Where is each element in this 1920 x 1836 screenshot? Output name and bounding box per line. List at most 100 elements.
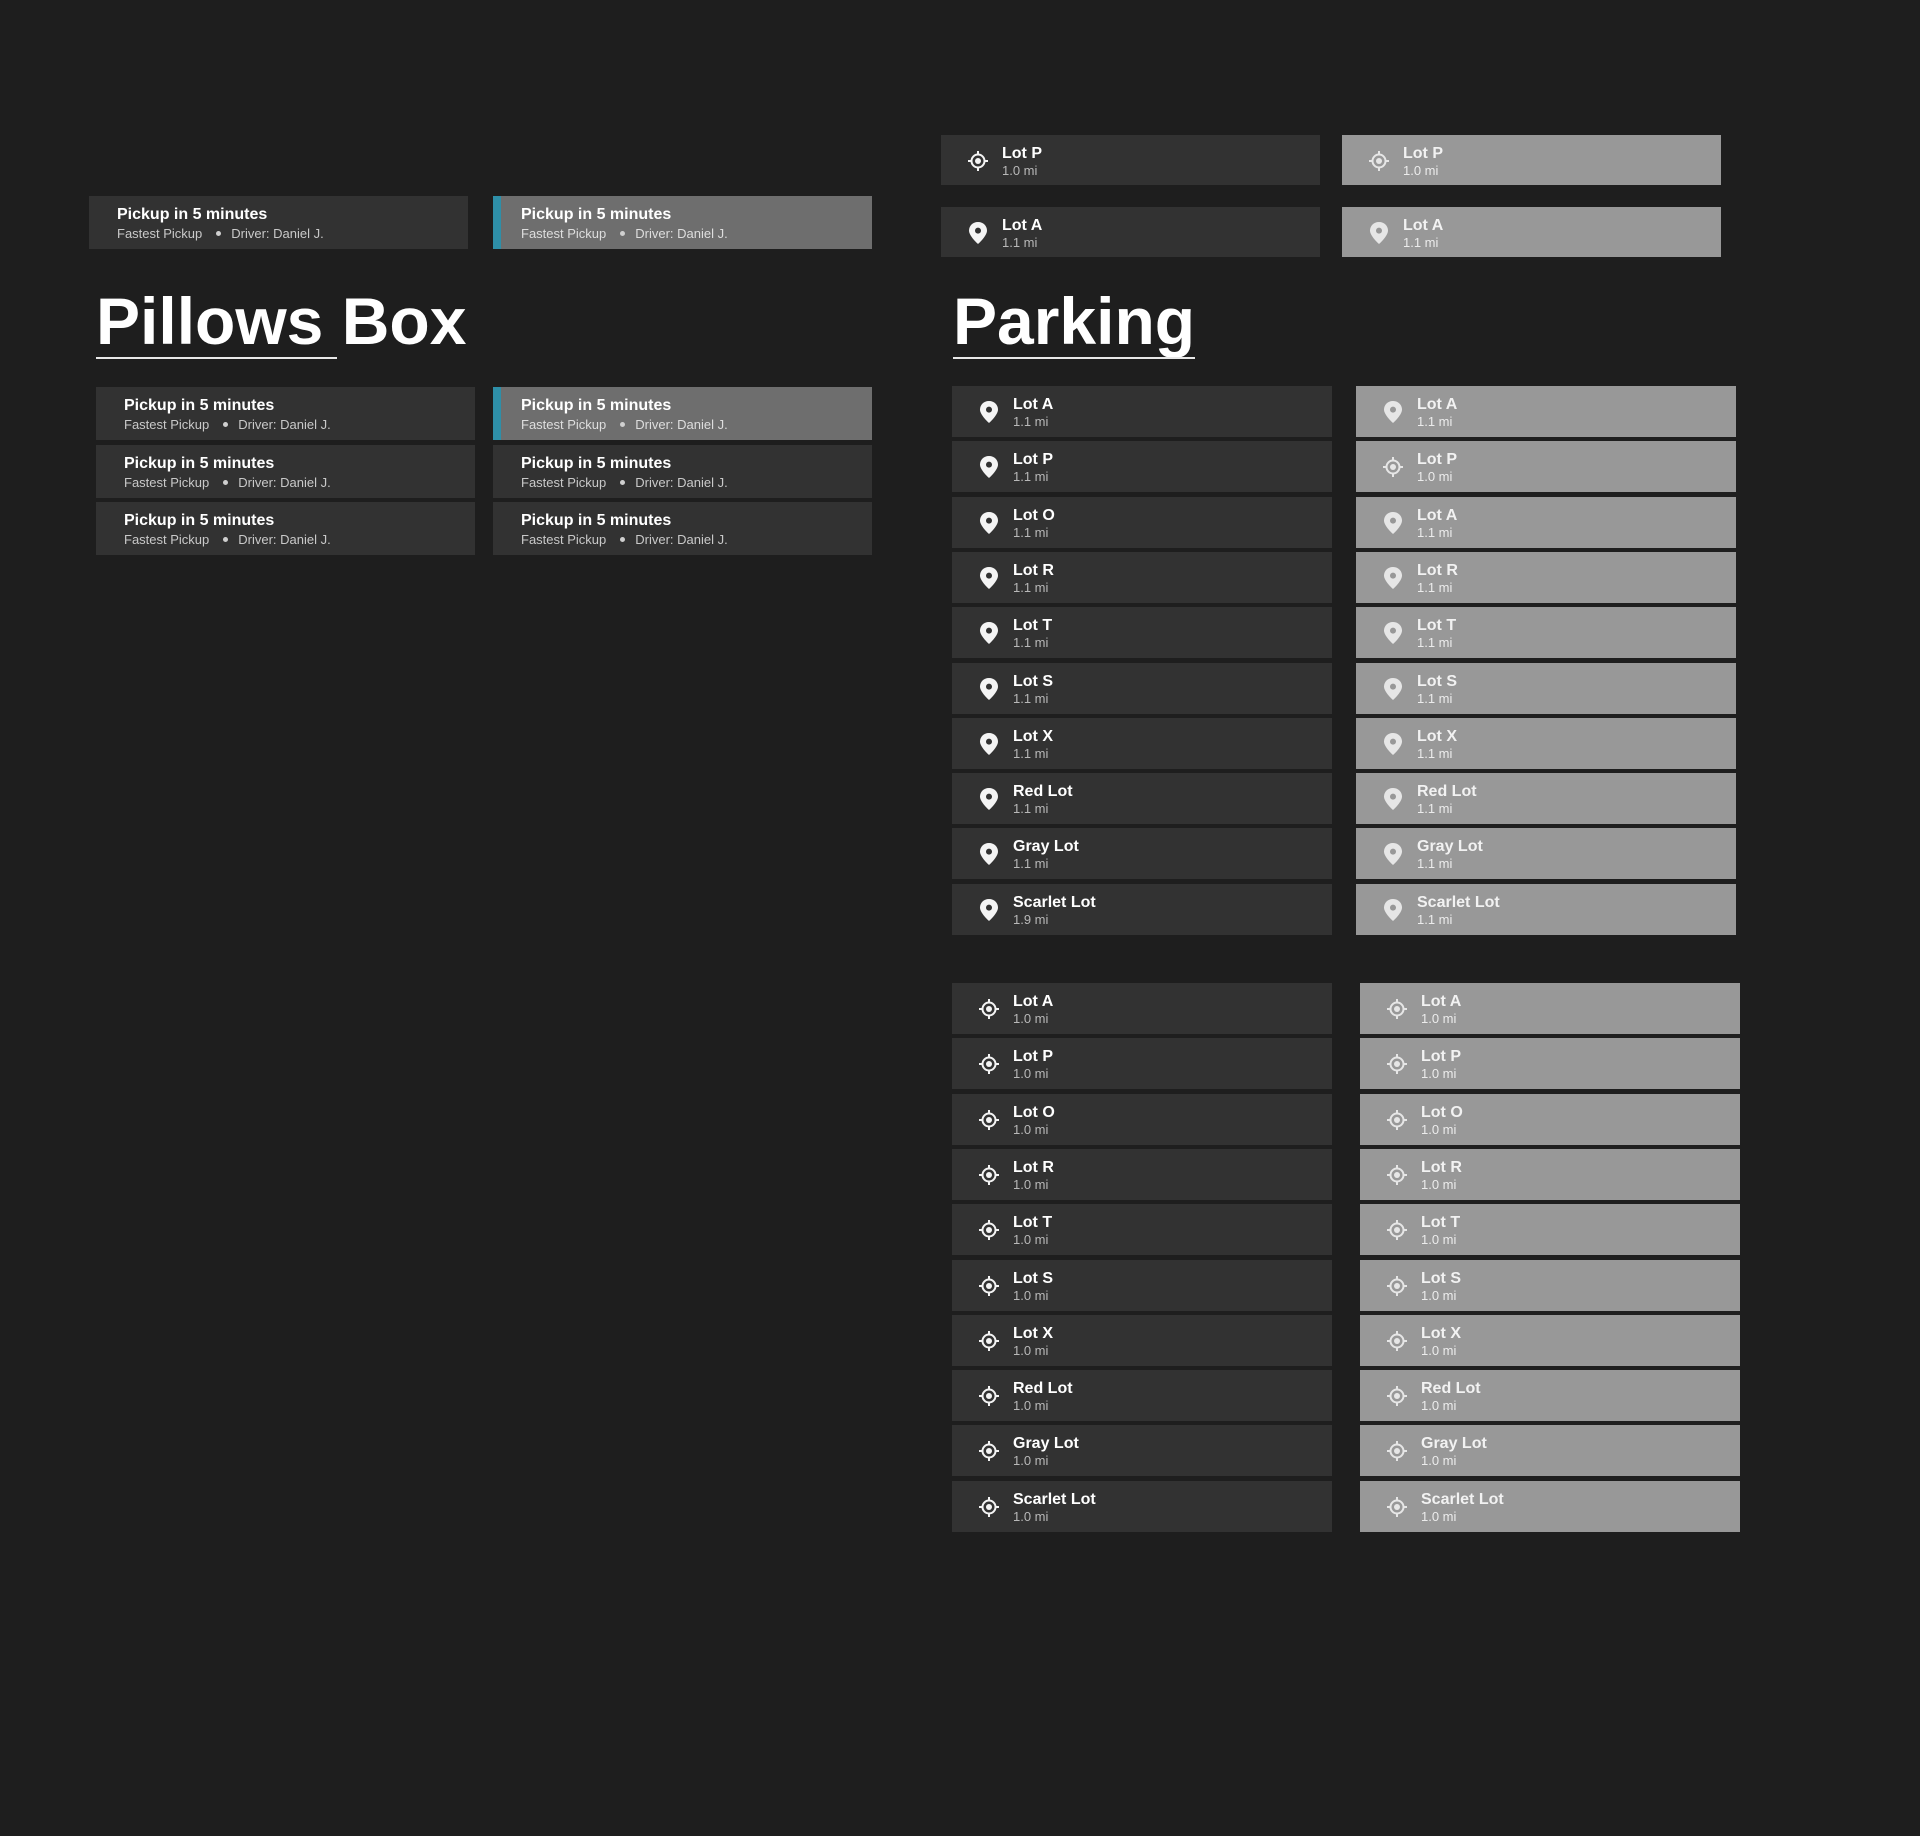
parking-lot-row[interactable]: Lot X 1.1 mi [952, 718, 1332, 769]
parking-lot-row[interactable]: Lot R 1.1 mi [1356, 552, 1736, 603]
parking-lot-row[interactable]: Gray Lot 1.1 mi [952, 828, 1332, 879]
map-pin-icon [978, 898, 1000, 922]
parking-lot-row[interactable]: Lot T 1.0 mi [1360, 1204, 1740, 1255]
parking-lot-row[interactable]: Gray Lot 1.0 mi [1360, 1425, 1740, 1476]
locate-target-icon [978, 1495, 1000, 1519]
heading-underline [96, 357, 337, 359]
map-pin-icon [978, 511, 1000, 535]
lot-distance: 1.0 mi [1013, 1011, 1049, 1026]
lot-name: Lot T [1417, 617, 1457, 634]
parking-lot-row[interactable]: Lot A 1.1 mi [1342, 207, 1721, 257]
lot-name: Lot A [1403, 217, 1444, 234]
locate-target-icon [1386, 1108, 1408, 1132]
parking-lot-row[interactable]: Lot X 1.1 mi [1356, 718, 1736, 769]
lot-distance: 1.0 mi [1421, 1453, 1457, 1468]
lot-name: Lot T [1013, 1214, 1053, 1231]
pickup-title: Pickup in 5 minutes [124, 397, 275, 414]
parking-lot-row[interactable]: Lot P 1.0 mi [1356, 441, 1736, 492]
locate-target-icon [1386, 1163, 1408, 1187]
parking-lot-row[interactable]: Lot X 1.0 mi [952, 1315, 1332, 1366]
locate-target-icon [1386, 1495, 1408, 1519]
lot-distance: 1.1 mi [1417, 580, 1453, 595]
parking-lot-row[interactable]: Lot P 1.1 mi [952, 441, 1332, 492]
parking-lot-row[interactable]: Lot A 1.1 mi [1356, 386, 1736, 437]
pickup-card[interactable]: Pickup in 5 minutes Fastest Pickup Driver:… [96, 502, 475, 555]
parking-lot-row[interactable]: Lot R 1.0 mi [952, 1149, 1332, 1200]
parking-lot-row[interactable]: Scarlet Lot 1.0 mi [1360, 1481, 1740, 1532]
lot-distance: 1.0 mi [1421, 1011, 1457, 1026]
map-pin-icon [978, 842, 1000, 866]
locate-target-icon [978, 1163, 1000, 1187]
lot-distance: 1.1 mi [1013, 746, 1049, 761]
pickup-card[interactable]: Pickup in 5 minutes Fastest Pickup Driver:… [96, 387, 475, 440]
lot-name: Lot P [1013, 1048, 1053, 1065]
pickup-driver: Driver: Daniel J. [238, 417, 331, 432]
pickup-card[interactable]: Pickup in 5 minutes Fastest Pickup Driver:… [493, 502, 872, 555]
parking-lot-row[interactable]: Scarlet Lot 1.1 mi [1356, 884, 1736, 935]
parking-lot-row[interactable]: Red Lot 1.0 mi [952, 1370, 1332, 1421]
parking-lot-row[interactable]: Lot R 1.0 mi [1360, 1149, 1740, 1200]
parking-lot-row[interactable]: Lot S 1.1 mi [1356, 663, 1736, 714]
lot-distance: 1.1 mi [1013, 856, 1049, 871]
parking-lot-row[interactable]: Red Lot 1.0 mi [1360, 1370, 1740, 1421]
parking-lot-row[interactable]: Lot X 1.0 mi [1360, 1315, 1740, 1366]
parking-lot-row[interactable]: Lot T 1.0 mi [952, 1204, 1332, 1255]
pickup-subtitle: Fastest Pickup [521, 226, 607, 241]
lot-name: Lot P [1421, 1048, 1461, 1065]
lot-name: Lot S [1013, 673, 1053, 690]
lot-distance: 1.1 mi [1417, 691, 1453, 706]
locate-target-icon [1386, 1439, 1408, 1463]
parking-lot-row[interactable]: Red Lot 1.1 mi [1356, 773, 1736, 824]
locate-target-icon [1386, 1052, 1408, 1076]
parking-lot-row[interactable]: Lot P 1.0 mi [941, 135, 1320, 185]
pickup-driver: Driver: Daniel J. [238, 475, 331, 490]
parking-lot-row[interactable]: Lot S 1.0 mi [952, 1260, 1332, 1311]
parking-lot-row[interactable]: Lot A 1.0 mi [952, 983, 1332, 1034]
lot-name: Gray Lot [1013, 1435, 1079, 1452]
parking-lot-row[interactable]: Gray Lot 1.0 mi [952, 1425, 1332, 1476]
parking-lot-row[interactable]: Scarlet Lot 1.0 mi [952, 1481, 1332, 1532]
separator-dot [620, 231, 626, 237]
parking-lot-row[interactable]: Lot A 1.0 mi [1360, 983, 1740, 1034]
locate-target-icon [978, 1274, 1000, 1298]
parking-lot-row[interactable]: Lot T 1.1 mi [1356, 607, 1736, 658]
parking-lot-row[interactable]: Lot O 1.1 mi [952, 497, 1332, 548]
parking-lot-row[interactable]: Lot T 1.1 mi [952, 607, 1332, 658]
lot-distance: 1.1 mi [1013, 635, 1049, 650]
pickup-title: Pickup in 5 minutes [521, 397, 672, 414]
parking-lot-row[interactable]: Lot S 1.0 mi [1360, 1260, 1740, 1311]
pickup-card-selected[interactable]: Pickup in 5 minutes Fastest Pickup Driver:… [493, 387, 872, 440]
map-pin-icon [978, 400, 1000, 424]
parking-lot-row[interactable]: Lot P 1.0 mi [952, 1038, 1332, 1089]
parking-lot-row[interactable]: Lot P 1.0 mi [1342, 135, 1721, 185]
map-pin-icon [1382, 842, 1404, 866]
parking-lot-row[interactable]: Lot O 1.0 mi [952, 1094, 1332, 1145]
parking-lot-row[interactable]: Scarlet Lot 1.9 mi [952, 884, 1332, 935]
lot-distance: 1.0 mi [1421, 1232, 1457, 1247]
locate-target-icon [978, 1218, 1000, 1242]
pickup-driver: Driver: Daniel J. [635, 475, 728, 490]
parking-lot-row[interactable]: Gray Lot 1.1 mi [1356, 828, 1736, 879]
parking-lot-row[interactable]: Lot A 1.1 mi [1356, 497, 1736, 548]
parking-lot-row[interactable]: Lot O 1.0 mi [1360, 1094, 1740, 1145]
lot-name: Lot S [1417, 673, 1457, 690]
pickup-card[interactable]: Pickup in 5 minutes Fastest Pickup Driver… [89, 196, 468, 249]
pickup-title: Pickup in 5 minutes [117, 206, 268, 223]
parking-lot-row[interactable]: Lot P 1.0 mi [1360, 1038, 1740, 1089]
lot-name: Lot P [1417, 451, 1457, 468]
parking-lot-row[interactable]: Lot A 1.1 mi [952, 386, 1332, 437]
parking-lot-row[interactable]: Lot S 1.1 mi [952, 663, 1332, 714]
pickup-card-selected[interactable]: Pickup in 5 minutes Fastest Pickup Driver… [493, 196, 872, 249]
lot-name: Gray Lot [1417, 838, 1483, 855]
lot-distance: 1.0 mi [1013, 1453, 1049, 1468]
parking-lot-row[interactable]: Red Lot 1.1 mi [952, 773, 1332, 824]
lot-distance: 1.1 mi [1417, 635, 1453, 650]
parking-lot-row[interactable]: Lot A 1.1 mi [941, 207, 1320, 257]
parking-lot-row[interactable]: Lot R 1.1 mi [952, 552, 1332, 603]
lot-name: Lot S [1013, 1270, 1053, 1287]
pickup-card[interactable]: Pickup in 5 minutes Fastest Pickup Driver:… [96, 445, 475, 498]
pickup-card[interactable]: Pickup in 5 minutes Fastest Pickup Driver:… [493, 445, 872, 498]
lot-distance: 1.0 mi [1013, 1343, 1049, 1358]
pickup-subtitle: Fastest Pickup [117, 226, 203, 241]
pickup-subtitle: Fastest Pickup [521, 417, 607, 432]
